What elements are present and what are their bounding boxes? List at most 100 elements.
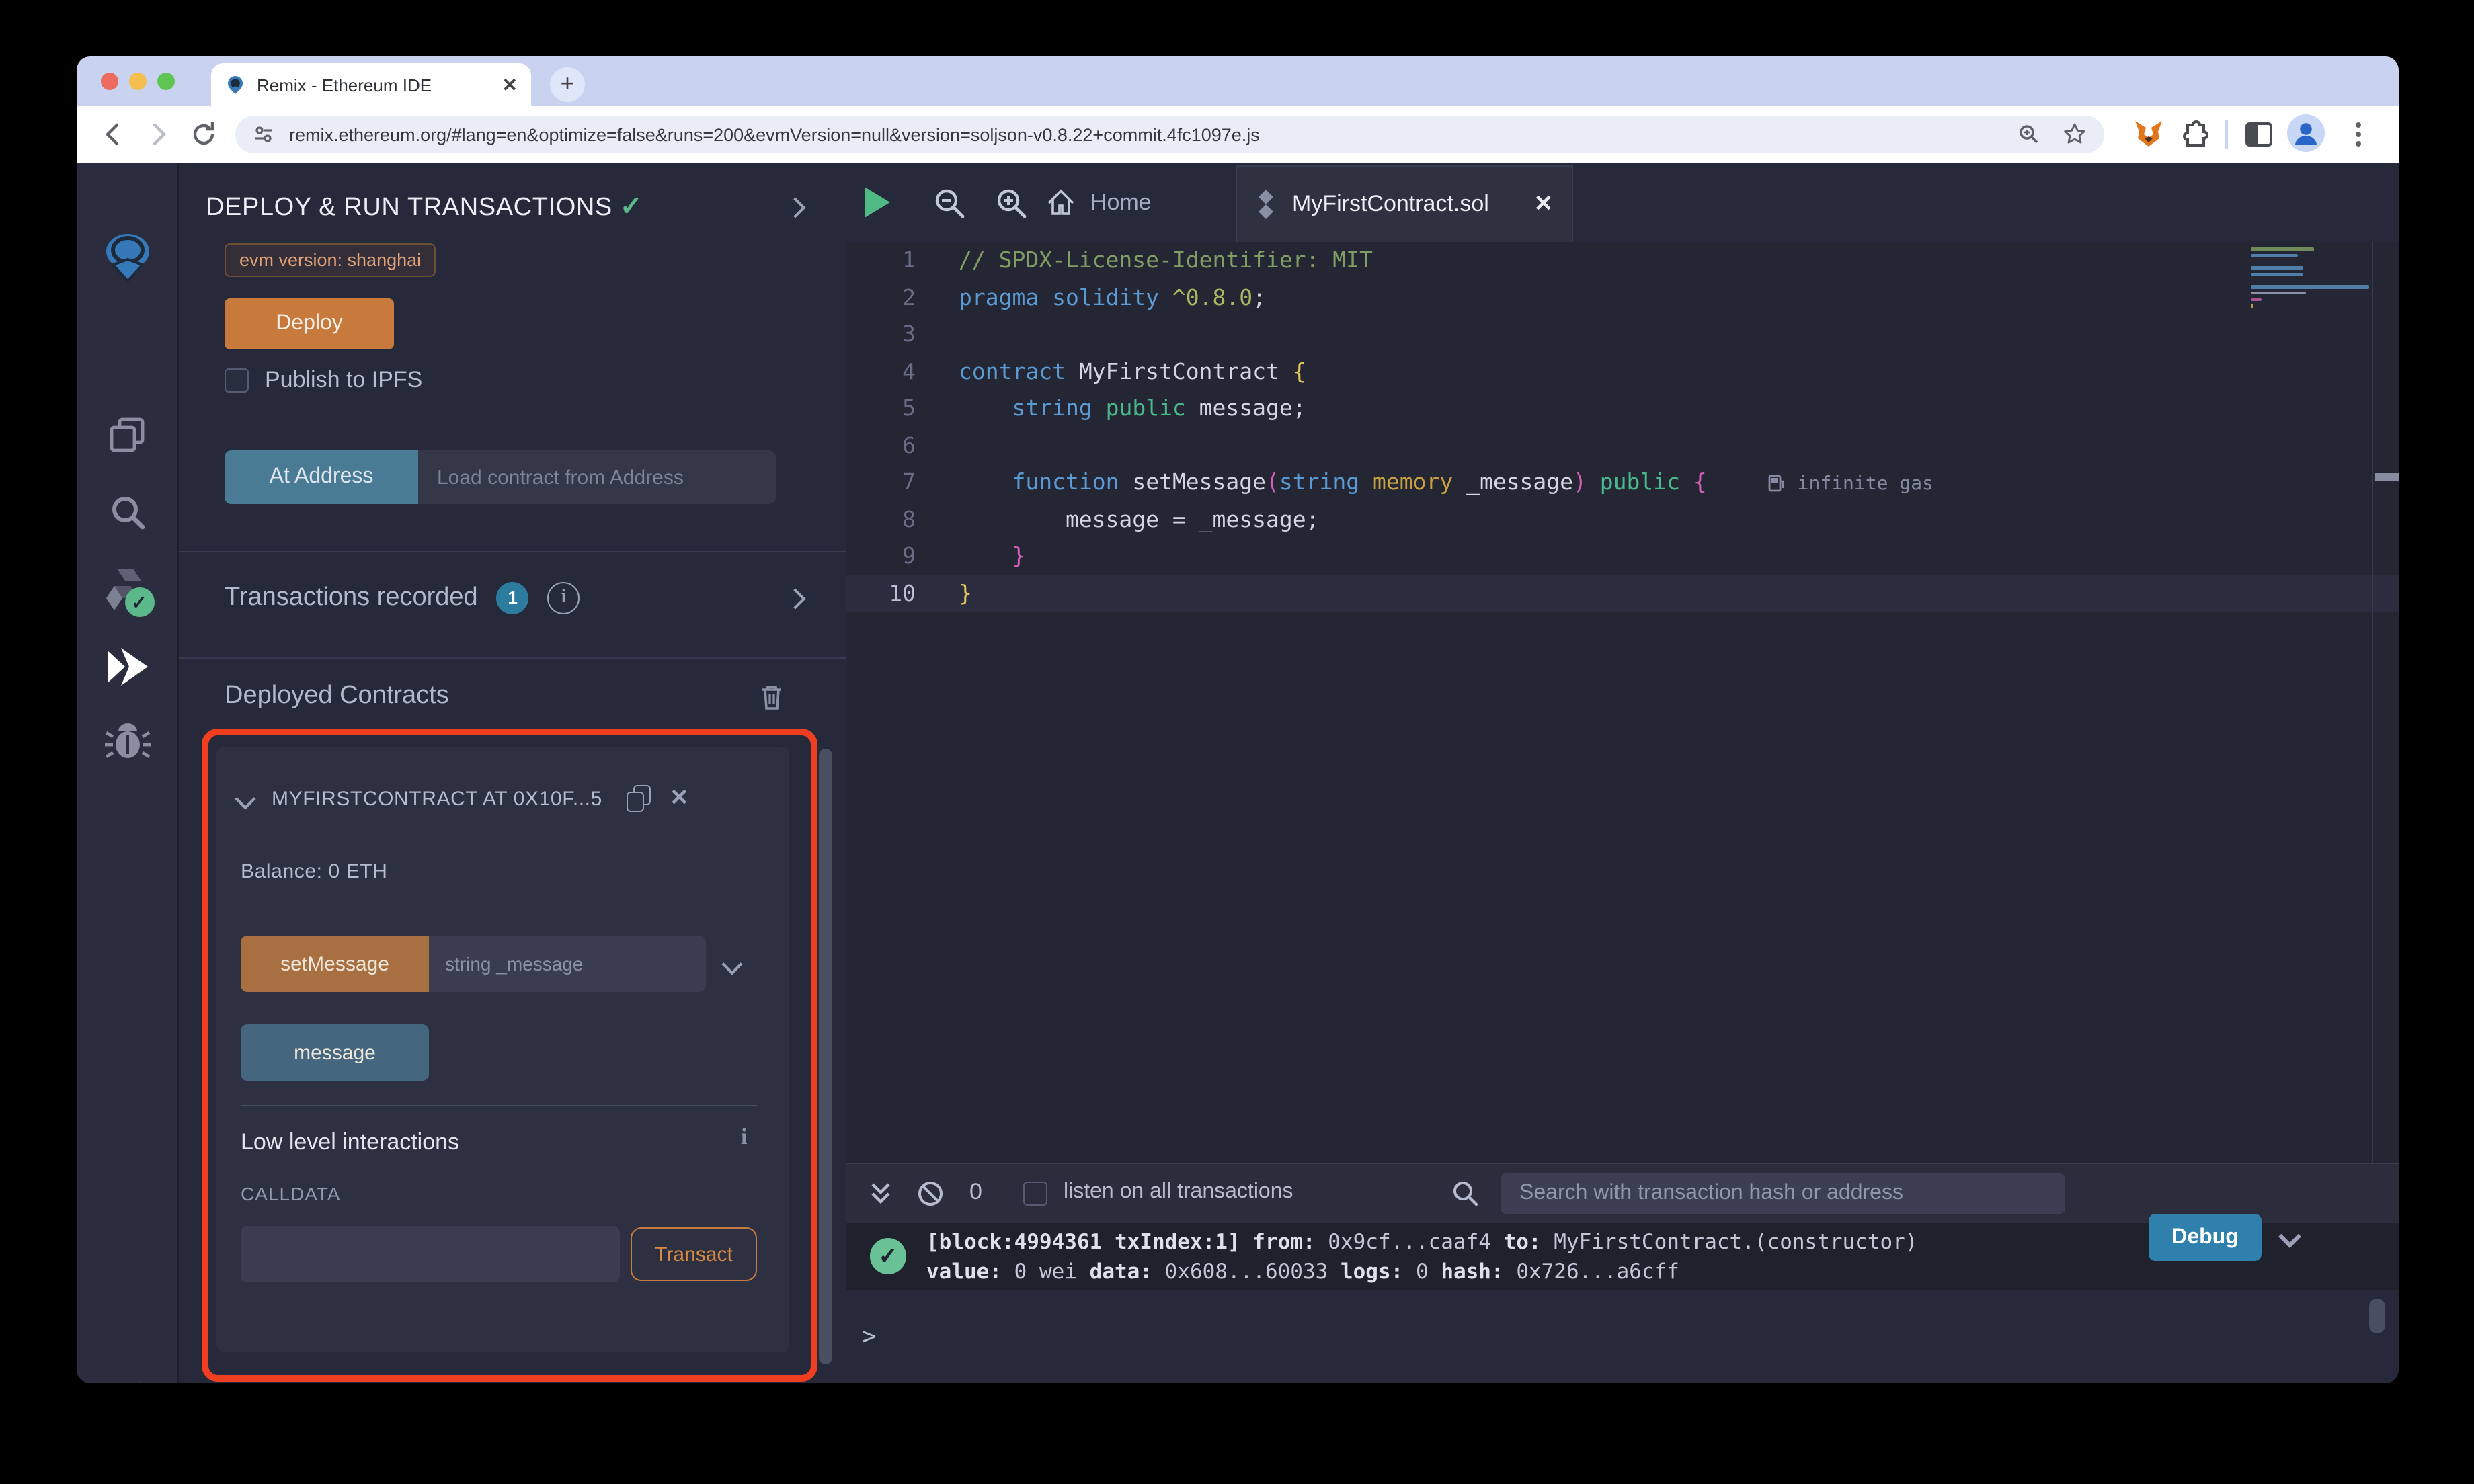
file-explorer-icon[interactable] [104, 413, 150, 458]
line-number: 3 [902, 321, 916, 347]
code-text: pragma solidity ^0.8.0; [959, 284, 1266, 310]
deploy-button[interactable]: Deploy [225, 298, 394, 349]
code-line-3[interactable]: 3 [846, 316, 2399, 353]
editor-scroll-thumb[interactable] [2375, 473, 2399, 481]
debugger-icon[interactable] [103, 719, 151, 765]
browser-window: Remix - Ethereum IDE ✕ + remix.ethereum.… [77, 56, 2399, 1383]
listen-label: listen on all transactions [1064, 1180, 1293, 1203]
menu-dots-icon[interactable] [2341, 117, 2376, 152]
gas-estimate-annotation: infinite gas [1769, 473, 1933, 495]
transactions-recorded-label: Transactions recorded [225, 583, 478, 612]
zoom-out-icon[interactable] [932, 186, 967, 220]
plugin-manager-icon[interactable] [103, 1378, 151, 1383]
home-icon [1047, 188, 1074, 214]
code-line-4[interactable]: 4 contract MyFirstContract { [846, 353, 2399, 390]
terminal: 0 listen on all transactions ✓ [block:49… [846, 1163, 2399, 1383]
tab-file-label: MyFirstContract.sol [1292, 191, 1489, 216]
line-number: 1 [902, 247, 916, 273]
line-number: 9 [902, 543, 916, 569]
window-close-button[interactable] [101, 73, 118, 90]
deploy-and-run-icon[interactable] [102, 644, 153, 690]
remix-favicon [228, 76, 243, 94]
code-line-1[interactable]: 1 // SPDX-License-Identifier: MIT [846, 242, 2399, 279]
publish-ipfs-checkbox[interactable] [225, 368, 249, 393]
at-address-button[interactable]: At Address [225, 450, 418, 504]
at-address-input[interactable] [418, 450, 776, 504]
trash-icon[interactable] [757, 680, 787, 712]
panel-scrollbar[interactable] [819, 749, 832, 1364]
code-text: } [959, 580, 972, 606]
profile-avatar[interactable] [2287, 114, 2325, 152]
tx-log-line-2: value: 0 wei data: 0x608...60033 logs: 0… [926, 1260, 1679, 1284]
panel-check-icon: ✓ [620, 192, 643, 222]
code-text: contract MyFirstContract { [959, 358, 1306, 384]
tab-close-icon[interactable]: ✕ [502, 73, 518, 96]
solidity-compiler-icon[interactable]: ✓ [100, 563, 154, 617]
at-address-group: At Address [225, 450, 776, 504]
code-line-2[interactable]: 2 pragma solidity ^0.8.0; [846, 279, 2399, 316]
extensions-icon[interactable] [2177, 117, 2212, 152]
refresh-icon[interactable] [187, 117, 222, 152]
panel-divider-2 [179, 657, 846, 659]
code-text: } [1012, 543, 1026, 569]
side-panel-icon[interactable] [2241, 117, 2276, 152]
code-text: function setMessage(string memory _messa… [1012, 469, 1933, 495]
window-minimize-button[interactable] [129, 73, 147, 90]
deployed-contracts-row: Deployed Contracts [225, 680, 787, 712]
code-line-5[interactable]: 5 string public message; [846, 390, 2399, 427]
code-text: string public message; [1012, 395, 1306, 421]
terminal-prompt[interactable]: > [862, 1323, 877, 1351]
tx-expand-chevron-icon[interactable] [785, 587, 806, 609]
tab-strip: Remix - Ethereum IDE ✕ + [77, 56, 2399, 106]
url-bar[interactable]: remix.ethereum.org/#lang=en&optimize=fal… [235, 116, 2104, 153]
new-tab-button[interactable]: + [550, 67, 585, 102]
tab-home-label: Home [1090, 189, 1152, 214]
deployed-contracts-label: Deployed Contracts [225, 682, 449, 710]
browser-tab[interactable]: Remix - Ethereum IDE ✕ [211, 63, 531, 106]
panel-title: DEPLOY & RUN TRANSACTIONS ✓ [206, 192, 643, 222]
code-line-10[interactable]: 10} [846, 575, 2399, 612]
icon-rail: ✓ [77, 163, 179, 1383]
search-icon[interactable] [104, 491, 150, 536]
code-text: // SPDX-License-Identifier: MIT [959, 247, 1373, 273]
bookmark-star-icon[interactable] [2061, 121, 2088, 148]
window-zoom-button[interactable] [157, 73, 175, 90]
tx-info-icon[interactable]: i [547, 582, 580, 614]
collapse-terminal-icon[interactable] [867, 1182, 894, 1206]
code-line-8[interactable]: 8 message = _message; [846, 501, 2399, 538]
code-line-6[interactable]: 6 [846, 427, 2399, 464]
transactions-recorded-row: Transactions recorded 1 i [225, 582, 806, 614]
code-text: message = _message; [959, 506, 1320, 532]
terminal-search-input[interactable] [1501, 1173, 2065, 1214]
clear-console-icon[interactable] [916, 1179, 945, 1208]
browser-toolbar: remix.ethereum.org/#lang=en&optimize=fal… [77, 106, 2399, 164]
line-number: 4 [902, 358, 916, 384]
code-line-7[interactable]: 7 function setMessage(string memory _mes… [846, 464, 2399, 501]
remix-logo-icon[interactable] [96, 227, 158, 289]
tab-title: Remix - Ethereum IDE [257, 75, 432, 95]
debug-button[interactable]: Debug [2149, 1214, 2262, 1261]
panel-expand-chevron-icon[interactable] [785, 197, 806, 218]
minimap-separator [2372, 242, 2373, 1163]
forward-icon[interactable] [141, 117, 176, 152]
code-line-9[interactable]: 9 } [846, 538, 2399, 575]
tab-myfirstcontract[interactable]: MyFirstContract.sol ✕ [1236, 165, 1573, 242]
metamask-icon[interactable] [2131, 117, 2166, 152]
tab-file-close-icon[interactable]: ✕ [1534, 191, 1554, 218]
run-script-icon[interactable] [862, 186, 891, 219]
remix-app: ✓ DEPLOY & RUN TRANSACTIONS ✓ evm versio… [77, 163, 2399, 1383]
terminal-search-icon [1453, 1182, 1478, 1206]
zoom-page-icon[interactable] [2016, 121, 2042, 148]
tab-home[interactable]: Home [1045, 163, 1152, 242]
editor-minimap[interactable] [2251, 247, 2369, 311]
terminal-scrollbar[interactable] [2369, 1298, 2385, 1333]
site-settings-icon[interactable] [251, 122, 276, 147]
line-number: 8 [902, 506, 916, 532]
zoom-in-icon[interactable] [994, 186, 1029, 220]
tx-count-badge: 1 [496, 582, 529, 614]
back-icon[interactable] [95, 117, 130, 152]
tx-success-icon: ✓ [870, 1238, 906, 1274]
panel-divider [179, 551, 846, 552]
code-editor[interactable]: 1 // SPDX-License-Identifier: MIT 2 pragma … [846, 242, 2399, 1163]
listen-checkbox[interactable] [1023, 1182, 1047, 1206]
